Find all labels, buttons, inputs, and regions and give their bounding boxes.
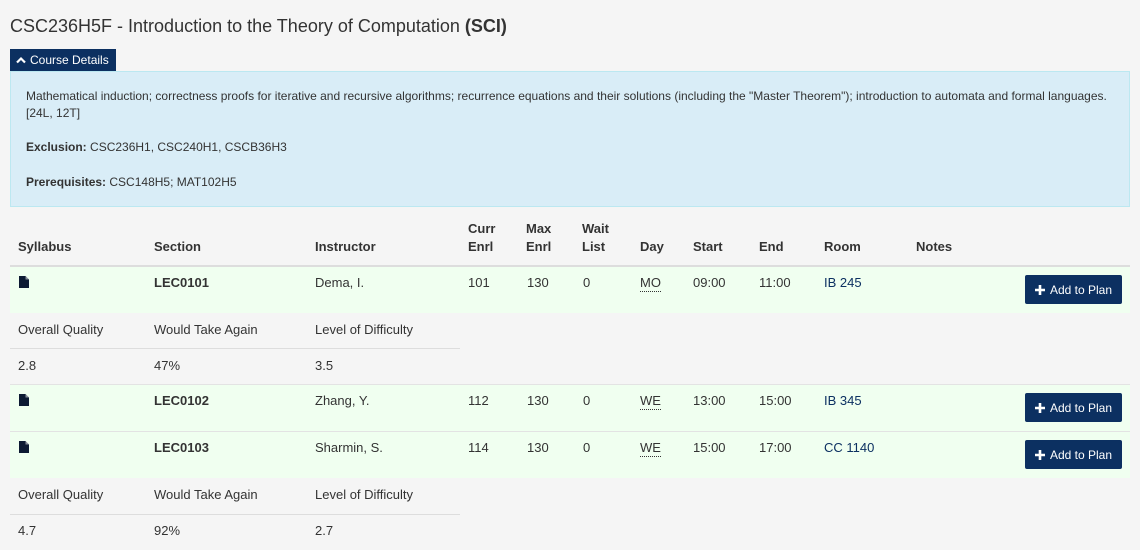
section-code: LEC0102	[154, 393, 209, 408]
rating-header-again: Would Take Again	[154, 322, 258, 337]
course-info-panel: Mathematical induction; correctness proo…	[10, 71, 1130, 207]
add-to-plan-button[interactable]: Add to Plan	[1025, 275, 1122, 304]
rating-header-difficulty: Level of Difficulty	[315, 322, 414, 337]
plus-icon	[1034, 402, 1045, 413]
rating-divider	[10, 514, 460, 515]
exclusion-value: CSC236H1, CSC240H1, CSCB36H3	[86, 140, 287, 154]
start-time: 13:00	[693, 393, 726, 408]
curr-enrl: 101	[468, 275, 490, 290]
syllabus-file-icon[interactable]	[19, 441, 29, 453]
rating-again-value: 92%	[154, 523, 181, 538]
day-abbr: WE	[640, 393, 661, 410]
rating-header-difficulty: Level of Difficulty	[315, 487, 414, 502]
rating-header-again: Would Take Again	[154, 487, 258, 502]
rating-quality-value: 4.7	[18, 523, 37, 538]
header-syllabus: Syllabus	[18, 239, 72, 254]
header-max-enrl: Max Enrl	[526, 220, 551, 256]
course-details-toggle[interactable]: Course Details	[10, 49, 116, 71]
exclusion-label: Exclusion:	[26, 140, 87, 154]
header-section: Section	[154, 239, 201, 254]
rating-divider	[10, 348, 460, 349]
header-max-line1: Max	[526, 221, 552, 236]
instructor-name: Dema, I.	[315, 275, 365, 290]
course-exclusion: Exclusion: CSC236H1, CSC240H1, CSCB36H3	[26, 139, 287, 156]
end-time: 15:00	[759, 393, 792, 408]
course-details-label: Course Details	[30, 52, 109, 67]
room-link[interactable]: IB 245	[824, 275, 862, 291]
rating-difficulty-value: 3.5	[315, 358, 334, 373]
rating-header-quality: Overall Quality	[18, 322, 104, 337]
header-notes: Notes	[916, 239, 953, 254]
instructor-name: Sharmin, S.	[315, 440, 383, 455]
header-max-line2: Enrl	[526, 239, 552, 254]
curr-enrl: 112	[468, 393, 489, 408]
plus-icon	[1034, 449, 1045, 460]
max-enrl: 130	[527, 440, 549, 455]
chevron-up-icon	[16, 56, 26, 64]
header-wait-line2: List	[582, 239, 606, 254]
prerequisites-label: Prerequisites:	[26, 175, 107, 189]
room-link[interactable]: IB 345	[824, 393, 862, 409]
add-to-plan-label: Add to Plan	[1049, 400, 1113, 415]
header-wait-line1: Wait	[582, 221, 609, 236]
add-to-plan-button[interactable]: Add to Plan	[1025, 440, 1122, 469]
room-link[interactable]: CC 1140	[824, 440, 874, 456]
prerequisites-value: CSC148H5; MAT102H5	[106, 175, 237, 189]
syllabus-file-icon[interactable]	[19, 276, 29, 288]
curr-enrl: 114	[468, 440, 489, 455]
wait-list: 0	[583, 275, 591, 290]
header-curr-line2: Enrl	[468, 239, 494, 254]
rating-header-quality: Overall Quality	[18, 487, 104, 502]
header-day: Day	[640, 239, 664, 254]
max-enrl: 130	[527, 393, 549, 408]
section-code: LEC0101	[154, 275, 209, 290]
add-to-plan-label: Add to Plan	[1049, 447, 1113, 462]
course-prerequisites: Prerequisites: CSC148H5; MAT102H5	[26, 174, 237, 191]
course-description: Mathematical induction; correctness proo…	[26, 89, 1107, 120]
start-time: 09:00	[693, 275, 726, 290]
header-curr-enrl: Curr Enrl	[468, 220, 495, 256]
day-abbr: WE	[640, 440, 661, 457]
syllabus-file-icon[interactable]	[19, 394, 29, 406]
course-code-title: CSC236H5F - Introduction to the Theory o…	[10, 16, 460, 36]
header-start: Start	[693, 239, 723, 254]
course-category: (SCI)	[464, 16, 507, 36]
rating-again-value: 47%	[154, 358, 181, 373]
rating-difficulty-value: 2.7	[315, 523, 334, 538]
add-to-plan-button[interactable]: Add to Plan	[1025, 393, 1122, 422]
page-title: CSC236H5F - Introduction to the Theory o…	[10, 16, 507, 37]
header-wait-list: Wait List	[582, 220, 609, 256]
plus-icon	[1034, 284, 1045, 295]
wait-list: 0	[583, 440, 591, 455]
max-enrl: 130	[527, 275, 549, 290]
start-time: 15:00	[693, 440, 726, 455]
end-time: 11:00	[759, 275, 791, 290]
end-time: 17:00	[759, 440, 792, 455]
header-room: Room	[824, 239, 861, 254]
section-code: LEC0103	[154, 440, 209, 455]
rating-quality-value: 2.8	[18, 358, 37, 373]
instructor-name: Zhang, Y.	[315, 393, 370, 408]
header-end: End	[759, 239, 784, 254]
add-to-plan-label: Add to Plan	[1049, 282, 1113, 297]
header-curr-line1: Curr	[468, 221, 496, 236]
wait-list: 0	[583, 393, 591, 408]
header-instructor: Instructor	[315, 239, 376, 254]
day-abbr: MO	[640, 275, 661, 292]
